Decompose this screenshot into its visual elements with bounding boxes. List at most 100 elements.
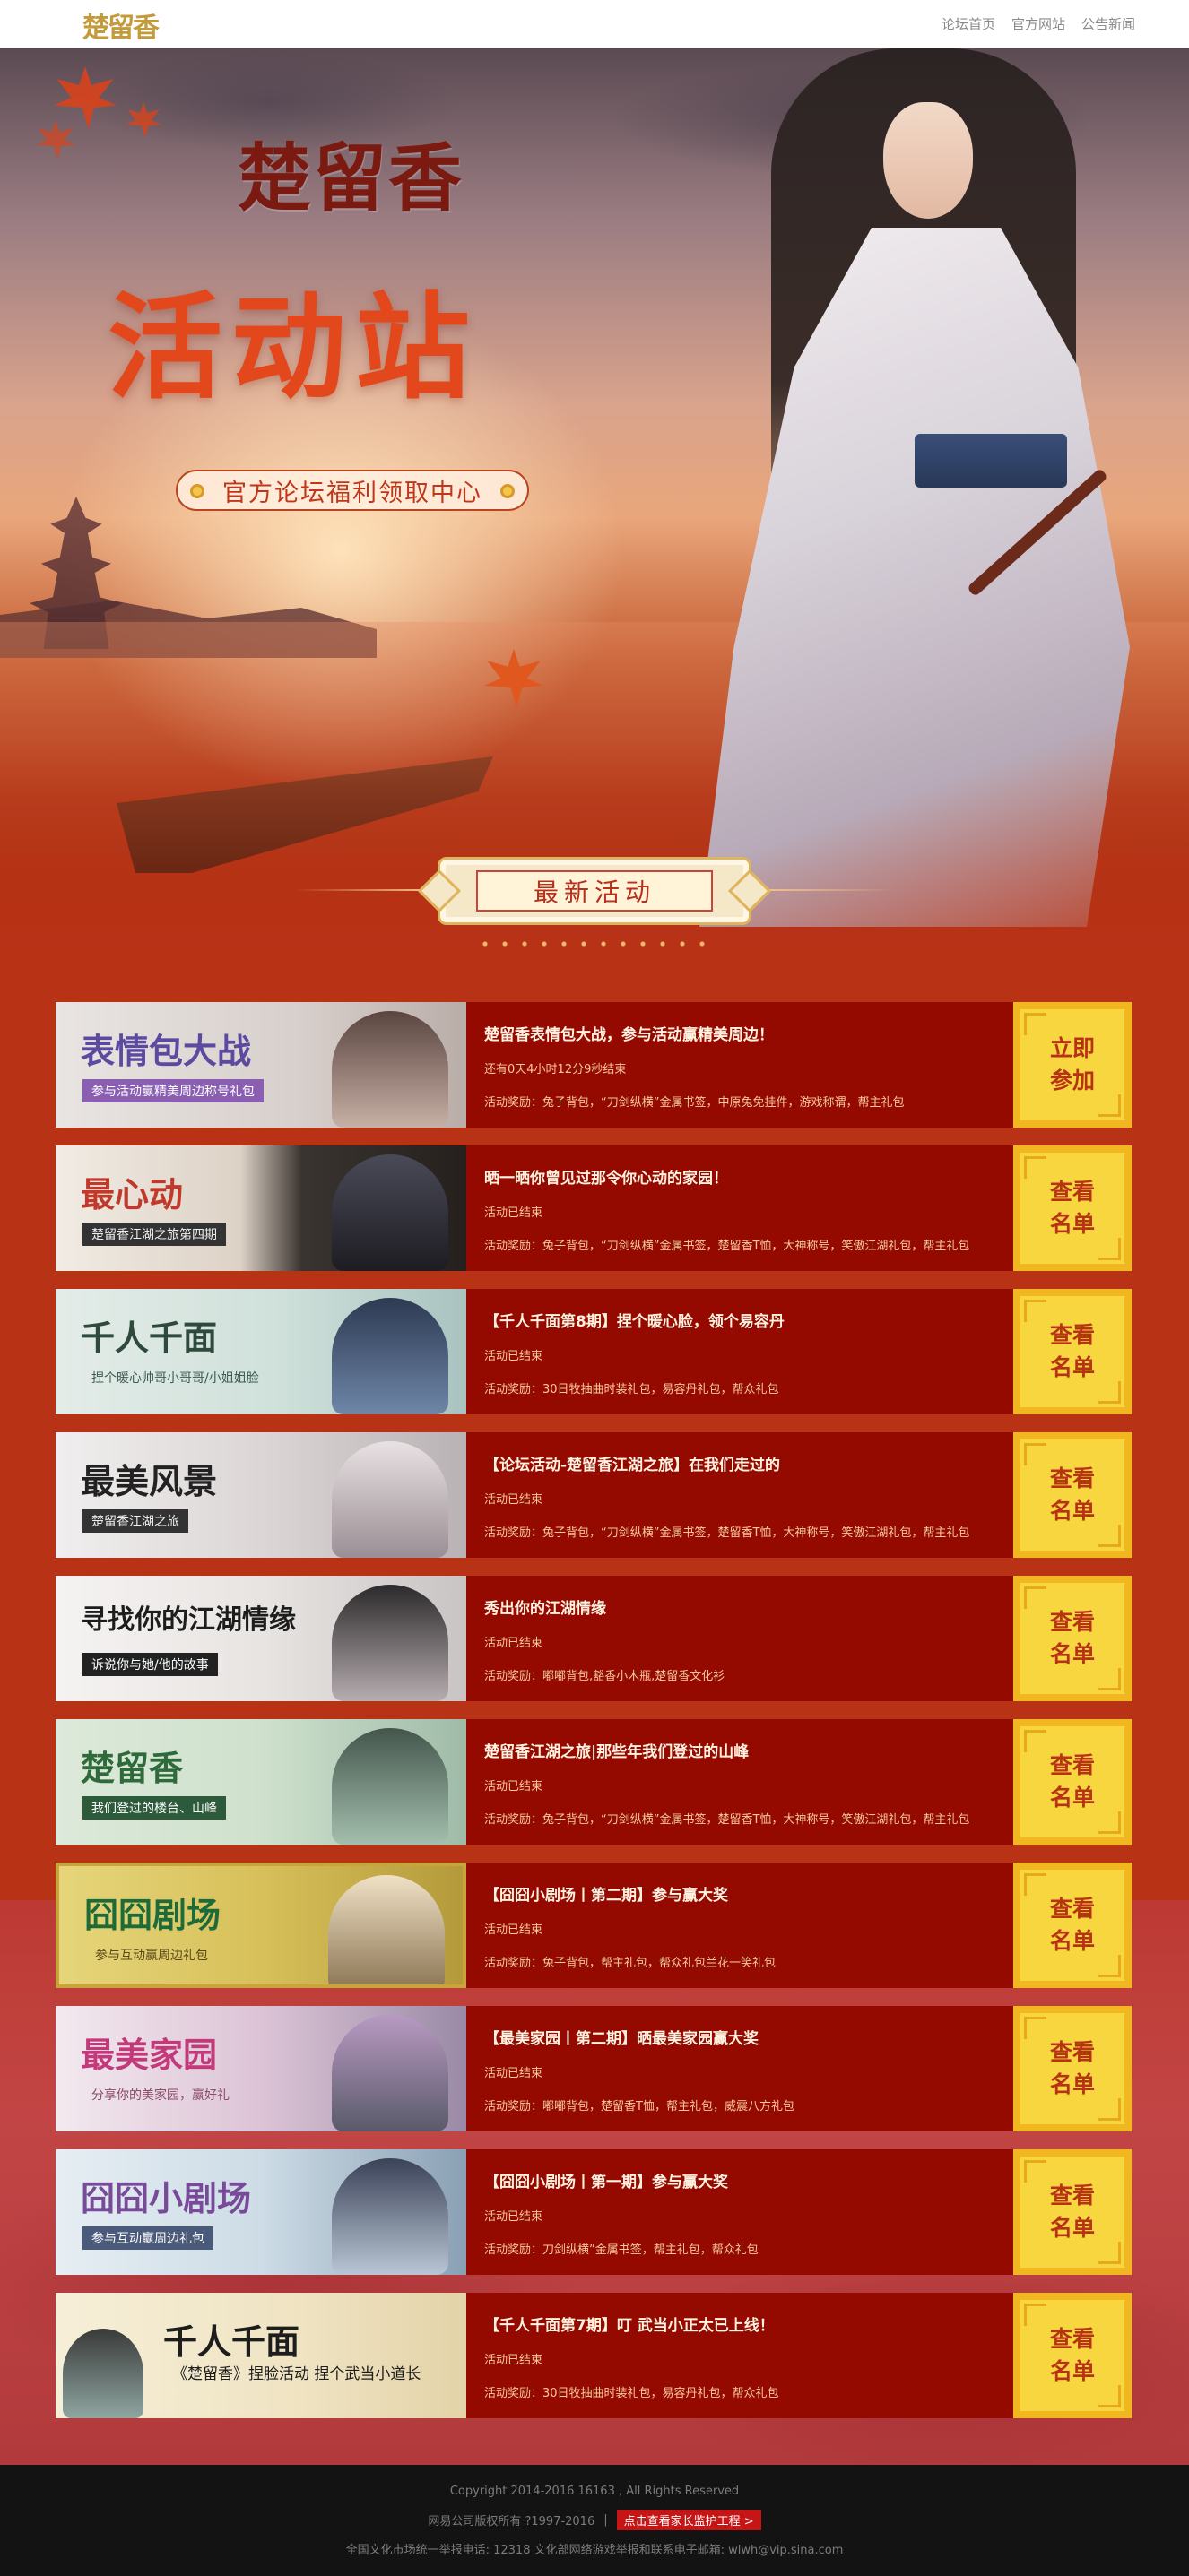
activity-status: 活动已结束 xyxy=(484,1780,543,1794)
hero-brand-title: 楚留香 xyxy=(238,135,464,221)
activity-row: 囧囧剧场 参与互动赢周边礼包 【囧囧小剧场丨第二期】参与赢大奖 活动已结束 活动… xyxy=(56,1863,1132,1988)
activity-title[interactable]: 楚留香江湖之旅|那些年我们登过的山峰 xyxy=(484,1739,749,1761)
activity-info: 楚留香江湖之旅|那些年我们登过的山峰 活动已结束 活动奖励：兔子背包，“刀剑纵横… xyxy=(484,1719,1049,1845)
cta-label: 查看名单 xyxy=(1049,2183,1095,2241)
activity-thumbnail[interactable]: 表情包大战 参与活动赢精美周边称号礼包 xyxy=(56,1002,466,1128)
view-list-button[interactable]: 查看名单 xyxy=(1013,2149,1132,2275)
view-list-button[interactable]: 查看名单 xyxy=(1013,2006,1132,2131)
cta-label: 查看名单 xyxy=(1049,2039,1095,2097)
badge-ornament-icon xyxy=(417,869,462,913)
activity-status: 活动已结束 xyxy=(484,2354,543,2367)
section-badge: 最新活动 xyxy=(417,857,772,925)
activity-title[interactable]: 【千人千面第7期】叮 武当小正太已上线！ xyxy=(484,2312,775,2335)
cta-label: 查看名单 xyxy=(1049,2326,1095,2384)
join-button[interactable]: 立即参加 xyxy=(1013,1002,1132,1128)
activity-thumbnail[interactable]: 寻找你的江湖情缘 诉说你与她/他的故事 xyxy=(56,1576,466,1701)
thumbnail-figure xyxy=(332,2015,448,2131)
thumbnail-subtitle: 我们登过的楼台、山峰 xyxy=(82,1796,226,1820)
activity-thumbnail[interactable]: 最心动 楚留香江湖之旅第四期 xyxy=(56,1145,466,1271)
ornament-dot-icon xyxy=(190,484,204,498)
activity-title[interactable]: 秀出你的江湖情缘 xyxy=(484,1595,606,1618)
hero-subtitle: 官方论坛福利领取中心 xyxy=(176,470,529,511)
activity-title[interactable]: 【千人千面第8期】捏个暖心脸，领个易容丹 xyxy=(484,1309,785,1331)
activity-thumbnail[interactable]: 囧囧剧场 参与互动赢周边礼包 xyxy=(56,1863,466,1988)
activity-title[interactable]: 【最美家园丨第二期】晒最美家园赢大奖 xyxy=(484,2026,759,2048)
activity-info: 楚留香表情包大战，参与活动赢精美周边！ 还有0天4小时12分9秒结束 活动奖励：… xyxy=(484,1002,1049,1128)
hero-banner: 楚留香 活动站 官方论坛福利领取中心 xyxy=(0,48,1189,986)
thumbnail-figure xyxy=(332,1728,448,1845)
activity-thumbnail[interactable]: 最美风景 楚留香江湖之旅 xyxy=(56,1432,466,1558)
thumbnail-figure xyxy=(328,1875,445,1984)
character-belt xyxy=(915,434,1067,488)
activity-title[interactable]: 楚留香表情包大战，参与活动赢精美周边！ xyxy=(484,1022,774,1044)
thumbnail-title: 楚留香 xyxy=(81,1748,184,1788)
view-list-button[interactable]: 查看名单 xyxy=(1013,1863,1132,1988)
thumbnail-title: 千人千面 xyxy=(163,2321,300,2362)
thumbnail-subtitle: 参与活动赢精美周边称号礼包 xyxy=(82,1079,264,1102)
activity-thumbnail[interactable]: 最美家园 分享你的美家园，赢好礼 xyxy=(56,2006,466,2131)
thumbnail-title: 千人千面 xyxy=(81,1318,218,1358)
activity-reward: 活动奖励：30日牧抽曲时装礼包，易容丹礼包，帮众礼包 xyxy=(484,2387,779,2400)
activity-row: 千人千面 捏个暖心帅哥小哥哥/小姐姐脸 【千人千面第8期】捏个暖心脸，领个易容丹… xyxy=(56,1289,1132,1414)
nav-official-site[interactable]: 官方网站 xyxy=(1011,14,1065,33)
activity-title[interactable]: 【囧囧小剧场丨第一期】参与赢大奖 xyxy=(484,2169,728,2191)
thumbnail-title: 最美家园 xyxy=(81,2035,218,2075)
cta-label: 查看名单 xyxy=(1049,1752,1095,1811)
activity-thumbnail[interactable]: 千人千面 捏个暖心帅哥小哥哥/小姐姐脸 xyxy=(56,1289,466,1414)
top-nav: 论坛首页 官方网站 公告新闻 xyxy=(942,14,1135,33)
thumbnail-subtitle: 参与互动赢周边礼包 xyxy=(82,2226,213,2250)
footer-copyright: Copyright 2014-2016 16163 , All Rights R… xyxy=(449,2485,740,2498)
activity-info: 【囧囧小剧场丨第二期】参与赢大奖 活动已结束 活动奖励：兔子背包，帮主礼包，帮众… xyxy=(484,1863,1049,1988)
thumbnail-title: 表情包大战 xyxy=(81,1031,252,1071)
activity-status: 活动已结束 xyxy=(484,1637,543,1650)
top-navbar: 楚留香 论坛首页 官方网站 公告新闻 xyxy=(0,0,1189,48)
character-face xyxy=(883,102,973,219)
activity-info: 【千人千面第7期】叮 武当小正太已上线！ 活动已结束 活动奖励：30日牧抽曲时装… xyxy=(484,2293,1049,2418)
activity-thumbnail[interactable]: 囧囧小剧场 参与互动赢周边礼包 xyxy=(56,2149,466,2275)
thumbnail-title: 囧囧小剧场 xyxy=(81,2178,252,2218)
activity-row: 表情包大战 参与活动赢精美周边称号礼包 楚留香表情包大战，参与活动赢精美周边！ … xyxy=(56,1002,1132,1128)
activity-info: 【囧囧小剧场丨第一期】参与赢大奖 活动已结束 活动奖励：刀剑纵横”金属书签，帮主… xyxy=(484,2149,1049,2275)
thumbnail-figure xyxy=(332,1011,448,1128)
thumbnail-title: 最美风景 xyxy=(81,1461,218,1501)
view-list-button[interactable]: 查看名单 xyxy=(1013,1289,1132,1414)
activity-title[interactable]: 晒一晒你曾见过那令你心动的家园！ xyxy=(484,1165,728,1188)
footer-hotline: 全国文化市场统一举报电话: 12318 文化部网络游戏举报和联系电子邮箱: wl… xyxy=(345,2544,844,2557)
cta-label: 立即参加 xyxy=(1049,1035,1095,1094)
thumbnail-title: 寻找你的江湖情缘 xyxy=(81,1604,296,1636)
activity-status: 活动已结束 xyxy=(484,2210,543,2224)
thumbnail-title: 最心动 xyxy=(81,1174,184,1215)
footer-separator: | xyxy=(603,2513,608,2527)
hero-main-title: 活动站 xyxy=(108,281,480,415)
view-list-button[interactable]: 查看名单 xyxy=(1013,1719,1132,1845)
activity-thumbnail[interactable]: 千人千面 《楚留香》捏脸活动 捏个武当小道长 xyxy=(56,2293,466,2418)
view-list-button[interactable]: 查看名单 xyxy=(1013,1432,1132,1558)
section-divider-right xyxy=(759,889,893,891)
activity-status: 活动已结束 xyxy=(484,1493,543,1507)
activity-thumbnail[interactable]: 楚留香 我们登过的楼台、山峰 xyxy=(56,1719,466,1845)
hero-character xyxy=(690,48,1157,945)
thumbnail-title: 囧囧剧场 xyxy=(84,1895,221,1935)
cta-label: 查看名单 xyxy=(1049,1179,1095,1237)
parental-guard-button[interactable]: 点击查看家长监护工程 > xyxy=(616,2510,761,2530)
nav-forum-home[interactable]: 论坛首页 xyxy=(942,14,995,33)
ornament-dot-icon xyxy=(500,484,515,498)
activity-list: 表情包大战 参与活动赢精美周边称号礼包 楚留香表情包大战，参与活动赢精美周边！ … xyxy=(56,1002,1132,2436)
activity-info: 【论坛活动-楚留香江湖之旅】在我们走过的 活动已结束 活动奖励：兔子背包，“刀剑… xyxy=(484,1432,1049,1558)
activity-reward: 活动奖励：30日牧抽曲时装礼包，易容丹礼包，帮众礼包 xyxy=(484,1383,779,1396)
activity-title[interactable]: 【囧囧小剧场丨第二期】参与赢大奖 xyxy=(484,1882,728,1905)
activity-title[interactable]: 【论坛活动-楚留香江湖之旅】在我们走过的 xyxy=(484,1452,780,1474)
thumbnail-subtitle: 参与互动赢周边礼包 xyxy=(95,1949,208,1963)
activity-row: 最心动 楚留香江湖之旅第四期 晒一晒你曾见过那令你心动的家园！ 活动已结束 活动… xyxy=(56,1145,1132,1271)
nav-news[interactable]: 公告新闻 xyxy=(1081,14,1135,33)
view-list-button[interactable]: 查看名单 xyxy=(1013,2293,1132,2418)
page-footer: Copyright 2014-2016 16163 , All Rights R… xyxy=(0,2465,1189,2576)
section-header: 最新活动 xyxy=(0,851,1189,959)
view-list-button[interactable]: 查看名单 xyxy=(1013,1576,1132,1701)
view-list-button[interactable]: 查看名单 xyxy=(1013,1145,1132,1271)
thumbnail-subtitle: 楚留香江湖之旅第四期 xyxy=(82,1223,226,1246)
hero-subtitle-text: 官方论坛福利领取中心 xyxy=(222,479,482,507)
activity-info: 【最美家园丨第二期】晒最美家园赢大奖 活动已结束 活动奖励：嘟嘟背包，楚留香T恤… xyxy=(484,2006,1049,2131)
sparkle-decoration xyxy=(475,938,717,950)
site-logo[interactable]: 楚留香 xyxy=(82,5,160,45)
